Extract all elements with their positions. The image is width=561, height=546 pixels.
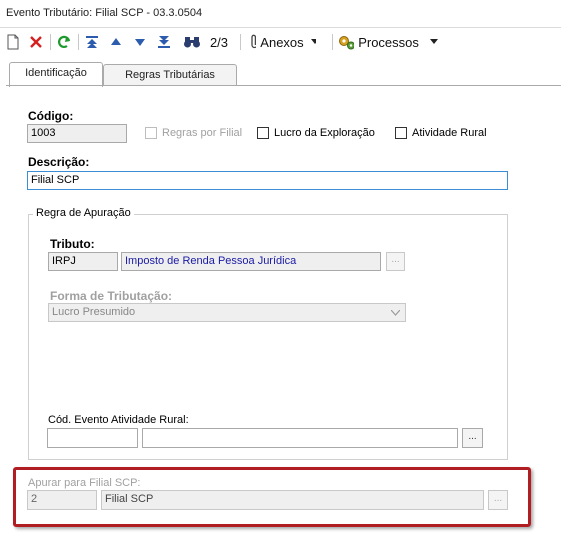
tributo-label: Tributo:: [50, 237, 95, 251]
new-document-button[interactable]: [4, 32, 22, 52]
apurar-filial-name-field[interactable]: Filial SCP: [101, 490, 484, 510]
arrow-down-icon: [135, 39, 145, 46]
tab-divider: [6, 85, 561, 86]
gears-icon: [339, 36, 355, 50]
tributo-code-field[interactable]: IRPJ: [48, 252, 118, 271]
tributo-name-field[interactable]: Imposto de Renda Pessoa Jurídica: [121, 252, 381, 271]
processos-label: Processos: [358, 34, 419, 50]
binoculars-icon: [184, 37, 200, 48]
toolbar-separator: [78, 34, 79, 50]
forma-tributacao-value: Lucro Presumido: [52, 306, 136, 318]
tributo-lookup-button[interactable]: ...: [386, 252, 405, 271]
cod-evento-description-field[interactable]: [142, 428, 458, 448]
toolbar-separator: [332, 34, 333, 50]
forma-tributacao-select[interactable]: Lucro Presumido: [48, 303, 406, 322]
refresh-button[interactable]: [54, 32, 74, 52]
tab-identificacao[interactable]: Identificação: [9, 62, 103, 87]
cod-evento-lookup-button[interactable]: ...: [462, 428, 483, 448]
cod-evento-field[interactable]: [47, 428, 138, 448]
next-record-button[interactable]: [130, 32, 150, 52]
title-bar: Evento Tributário: Filial SCP - 03.3.050…: [0, 0, 561, 28]
atividade-rural-checkbox[interactable]: [395, 127, 407, 139]
codigo-label: Código:: [28, 109, 74, 123]
codigo-field[interactable]: 1003: [27, 124, 127, 143]
tab-regras-tributarias[interactable]: Regras Tributárias: [103, 64, 237, 86]
chevron-down-icon: [429, 39, 438, 44]
new-document-icon: [7, 34, 19, 50]
tab-strip: Identificação Regras Tributárias: [0, 60, 561, 87]
last-record-icon: [158, 36, 170, 48]
chevron-down-icon: [310, 39, 316, 44]
record-position: 2/3: [209, 34, 229, 50]
descricao-field[interactable]: Filial SCP: [27, 171, 508, 190]
lucro-exploracao-checkbox[interactable]: [257, 127, 269, 139]
refresh-icon: [58, 35, 71, 49]
find-button[interactable]: [180, 32, 204, 52]
delete-icon: [30, 36, 42, 48]
delete-button[interactable]: [26, 32, 46, 52]
paperclip-icon: [251, 34, 257, 49]
apurar-filial-label: Apurar para Filial SCP:: [28, 477, 141, 489]
arrow-up-icon: [111, 38, 121, 45]
lucro-exploracao-label: Lucro da Exploração: [274, 127, 375, 139]
descricao-label: Descrição:: [28, 155, 90, 169]
processos-menu-button[interactable]: Processos: [338, 32, 438, 52]
atividade-rural-label: Atividade Rural: [412, 127, 487, 139]
regras-por-filial-label: Regras por Filial: [162, 127, 243, 139]
regra-apuracao-label: Regra de Apuração: [33, 207, 134, 219]
toolbar-separator: [240, 34, 241, 50]
first-record-button[interactable]: [82, 32, 102, 52]
anexos-label: Anexos: [260, 34, 304, 50]
forma-tributacao-label: Forma de Tributação:: [50, 289, 173, 303]
anexos-menu-button[interactable]: Anexos: [248, 32, 316, 52]
toolbar: 2/3 Anexos Processos: [0, 28, 561, 56]
apurar-filial-lookup-button[interactable]: ...: [488, 490, 508, 510]
chevron-down-icon: [391, 310, 400, 316]
toolbar-separator: [50, 34, 51, 50]
apurar-filial-code-field[interactable]: 2: [27, 490, 97, 510]
last-record-button[interactable]: [154, 32, 174, 52]
regras-por-filial-checkbox[interactable]: [145, 127, 157, 139]
previous-record-button[interactable]: [106, 32, 126, 52]
first-record-icon: [86, 36, 98, 48]
window-title: Evento Tributário: Filial SCP - 03.3.050…: [6, 7, 203, 19]
cod-evento-label: Cód. Evento Atividade Rural:: [48, 414, 189, 426]
